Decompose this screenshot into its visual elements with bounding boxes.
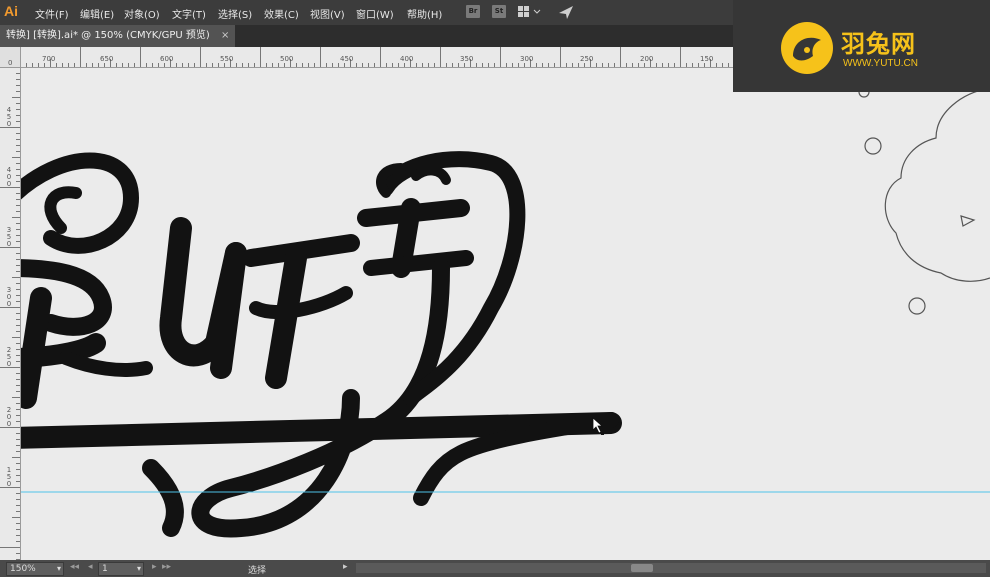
menu-help[interactable]: 帮助(H): [407, 6, 442, 21]
current-tool-label: 选择: [248, 566, 267, 576]
watermark-url: WWW.YUTU.CN: [843, 58, 918, 69]
menu-file[interactable]: 文件(F): [35, 6, 69, 21]
prev-artboard-icon[interactable]: ◂: [88, 562, 93, 572]
ruler-h-label: 350: [460, 55, 474, 63]
send-icon[interactable]: [558, 4, 574, 23]
ruler-h-label: 150: [700, 55, 714, 63]
next-artboard-icon[interactable]: ▸: [152, 562, 157, 572]
close-tab-icon[interactable]: ×: [221, 30, 229, 41]
zoom-value: 150%: [10, 564, 36, 574]
ruler-v-label: 200: [6, 406, 12, 428]
status-menu-arrow-icon[interactable]: ▸: [343, 562, 348, 572]
ruler-corner[interactable]: 0: [0, 47, 21, 68]
lettering-artwork[interactable]: [21, 68, 990, 560]
artboard-canvas[interactable]: [21, 68, 990, 560]
ruler-h-label: 550: [220, 55, 234, 63]
stock-icon[interactable]: St: [492, 5, 506, 18]
ruler-h-label: 400: [400, 55, 414, 63]
menu-edit[interactable]: 编辑(E): [80, 6, 114, 21]
chevron-down-icon: ▾: [56, 564, 61, 573]
chevron-down-icon: ▾: [136, 564, 141, 573]
watermark-logo: 羽兔网 WWW.YUTU.CN: [733, 0, 990, 92]
document-tab-title: 转换] [转换].ai* @ 150% (CMYK/GPU 预览): [6, 30, 210, 41]
menu-window[interactable]: 窗口(W): [356, 6, 394, 21]
ruler-v-label: 300: [6, 286, 12, 308]
ruler-v-label: 350: [6, 226, 12, 248]
arrange-documents-icon[interactable]: [518, 6, 542, 21]
ruler-h-label: 700: [42, 55, 56, 63]
ruler-v-label: 150: [6, 466, 12, 488]
menu-effect[interactable]: 效果(C): [264, 6, 299, 21]
ruler-h-label: 200: [640, 55, 654, 63]
bridge-icon[interactable]: Br: [466, 5, 480, 18]
vertical-ruler[interactable]: 450 400 350 300 250 200 150: [0, 47, 21, 560]
first-artboard-icon[interactable]: ◂◂: [70, 562, 79, 572]
menu-object[interactable]: 对象(O): [124, 6, 160, 21]
ruler-h-label: 650: [100, 55, 114, 63]
ruler-h-label: 250: [580, 55, 594, 63]
app-logo: Ai: [4, 3, 18, 19]
ruler-h-label: 500: [280, 55, 294, 63]
last-artboard-icon[interactable]: ▸▸: [162, 562, 171, 572]
rabbit-logo-icon: [781, 22, 833, 74]
zoom-select[interactable]: 150% ▾: [6, 562, 64, 576]
document-tab[interactable]: 转换] [转换].ai* @ 150% (CMYK/GPU 预览) ×: [0, 25, 236, 47]
status-bar: 150% ▾ ◂◂ ◂ 1 ▾ ▸ ▸▸ 选择 ▸: [0, 560, 990, 577]
watermark-name: 羽兔网: [841, 30, 916, 58]
ruler-v-label: 450: [6, 106, 12, 128]
cloud-outline-shape[interactable]: [858, 86, 990, 315]
menu-type[interactable]: 文字(T): [172, 6, 206, 21]
ruler-h-label: 600: [160, 55, 174, 63]
menu-select[interactable]: 选择(S): [218, 6, 252, 21]
artboard-number-field[interactable]: 1 ▾: [98, 562, 144, 576]
ruler-v-label: 400: [6, 166, 12, 188]
ruler-h-label: 300: [520, 55, 534, 63]
scrollbar-thumb[interactable]: [631, 564, 653, 572]
ruler-v-label: 250: [6, 346, 12, 368]
horizontal-scrollbar[interactable]: [356, 563, 986, 573]
ruler-origin-label: 0: [8, 59, 13, 67]
artboard-number: 1: [102, 564, 108, 574]
ruler-h-label: 450: [340, 55, 354, 63]
menu-view[interactable]: 视图(V): [310, 6, 345, 21]
